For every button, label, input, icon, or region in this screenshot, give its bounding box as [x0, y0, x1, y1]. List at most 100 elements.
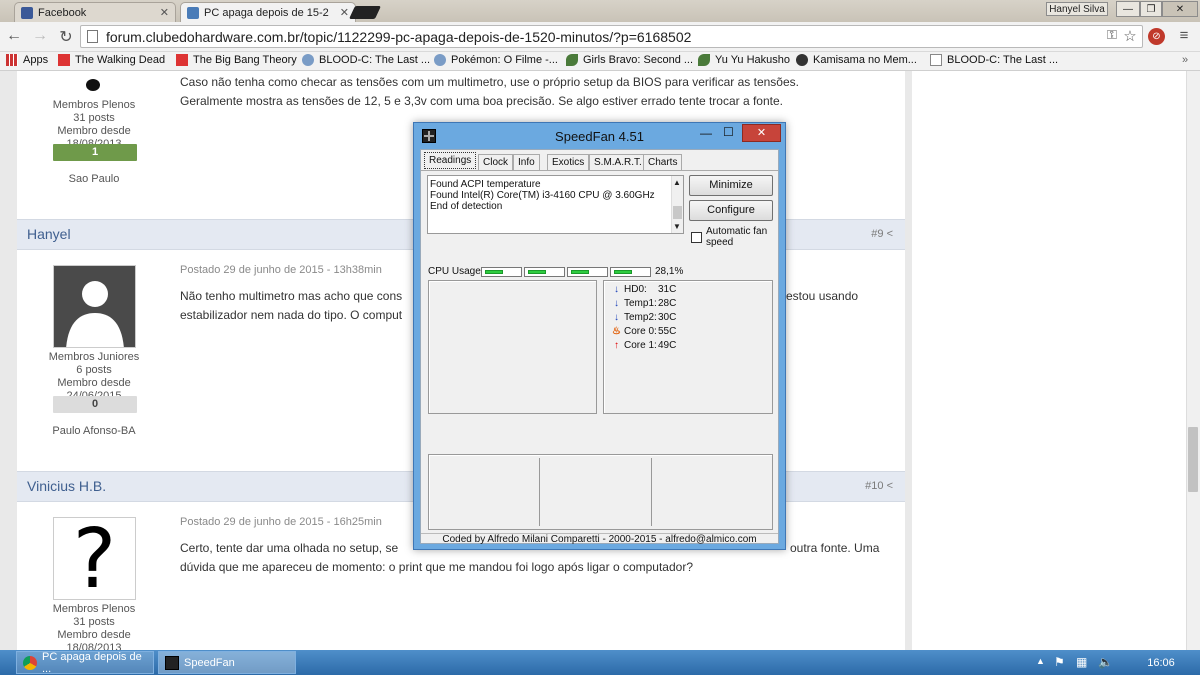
minimize-window-button[interactable]: — — [1116, 1, 1140, 17]
post-number[interactable]: #9 < — [871, 228, 893, 240]
bookmark-item[interactable]: The Big Bang Theory — [176, 54, 297, 66]
tab-label: PC apaga depois de 15-2 — [204, 6, 329, 19]
tab-divider — [421, 170, 778, 171]
arrow-down-icon: ↓ — [614, 312, 619, 323]
bookmark-item[interactable]: BLOOD-C: The Last ... — [302, 54, 430, 66]
reputation-badge: 1 — [53, 144, 137, 161]
reading-temp1: ↓ Temp1: 28C — [611, 298, 676, 309]
apps-icon — [6, 54, 18, 66]
share-icon[interactable]: < — [887, 228, 893, 240]
author-name[interactable]: Vinicius H.B. — [27, 478, 106, 494]
post-text: outra fonte. Uma — [790, 541, 880, 555]
speedfan-titlebar[interactable]: SpeedFan 4.51 — ☐ ✕ — [414, 123, 785, 149]
post-date: Postado 29 de junho de 2015 - 13h38min — [180, 264, 382, 276]
bookmarks-bar: Apps The Walking Dead The Big Bang Theor… — [0, 52, 1200, 71]
bookmark-item[interactable]: BLOOD-C: The Last ... — [930, 54, 1058, 66]
author-info: Membros Plenos 31 posts Membro desde 18/… — [52, 603, 136, 650]
tab-forum[interactable]: PC apaga depois de 15-2 ✕ — [180, 2, 356, 22]
tab-info[interactable]: Info — [513, 154, 540, 170]
close-icon[interactable]: ✕ — [160, 6, 169, 19]
auto-fan-checkbox[interactable] — [691, 232, 702, 243]
default-avatar-icon — [54, 266, 135, 347]
reading-temp2: ↓ Temp2: 30C — [611, 312, 676, 323]
post-number[interactable]: #10 < — [865, 480, 893, 492]
log-scrollbar[interactable]: ▲ ▼ — [671, 176, 683, 233]
bookmark-item[interactable]: Yu Yu Hakusho — [698, 54, 790, 66]
configure-button[interactable]: Configure — [689, 200, 773, 221]
volume-icon[interactable]: 🔈 — [1098, 655, 1113, 669]
tab-smart[interactable]: S.M.A.R.T. — [589, 154, 647, 170]
bookmark-item[interactable]: Girls Bravo: Second ... — [566, 54, 693, 66]
bookmark-site-icon — [434, 54, 446, 66]
profile-button[interactable]: Hanyel Silva — [1046, 2, 1108, 16]
minimize-button[interactable]: Minimize — [689, 175, 773, 196]
bookmark-item[interactable]: The Walking Dead — [58, 54, 165, 66]
close-window-button[interactable]: ✕ — [1162, 1, 1198, 17]
star-icon[interactable]: ☆ — [1120, 27, 1140, 45]
arrow-up-icon: ↑ — [614, 340, 619, 351]
avatar[interactable] — [53, 265, 136, 348]
author-location: Sao Paulo — [68, 173, 120, 185]
address-bar[interactable]: forum.clubedohardware.com.br/topic/11222… — [80, 25, 1143, 48]
menu-icon[interactable]: ≡ — [1174, 27, 1194, 44]
post-text: Geralmente mostra as tensões de 12, 5 e … — [180, 94, 783, 108]
post-text: estabilizador nem nada do tipo. O comput — [180, 308, 403, 322]
bookmark-b-icon — [176, 54, 188, 66]
bookmark-apps[interactable]: Apps — [6, 54, 48, 66]
panel-divider — [539, 458, 540, 526]
voltages-panel — [428, 454, 773, 530]
fan-speeds-panel — [428, 280, 597, 414]
speedfan-icon — [165, 655, 179, 670]
extension-icon[interactable]: ⊘ — [1148, 28, 1165, 45]
cpu-core-bar — [610, 267, 651, 277]
maximize-window-button[interactable]: ❐ — [1140, 1, 1162, 17]
taskbar-item-speedfan[interactable]: SpeedFan — [158, 651, 296, 674]
tab-clock[interactable]: Clock — [478, 154, 514, 170]
post-text: Não tenho multimetro mas acho que cons — [180, 289, 403, 303]
page-scrollbar[interactable] — [1186, 71, 1200, 650]
tab-facebook[interactable]: Facebook ✕ — [14, 2, 176, 22]
tab-exotics[interactable]: Exotics — [547, 154, 590, 170]
bookmark-item[interactable]: Pokémon: O Filme -... — [434, 54, 558, 66]
maximize-icon[interactable]: ☐ — [723, 125, 734, 139]
minimize-icon[interactable]: — — [700, 126, 712, 140]
share-icon[interactable]: < — [887, 480, 893, 492]
key-icon[interactable]: ⚿ — [1102, 27, 1122, 43]
arrow-down-icon: ↓ — [614, 284, 619, 295]
more-bookmarks-icon[interactable]: » — [1182, 54, 1188, 66]
cpu-usage-value: 28,1% — [655, 266, 684, 277]
bookmark-item[interactable]: Kamisama no Mem... — [796, 54, 917, 66]
taskbar-item-chrome[interactable]: PC apaga depois de ... — [16, 651, 154, 675]
scroll-up-icon[interactable]: ▲ — [673, 178, 681, 187]
browser-titlebar: Facebook ✕ PC apaga depois de 15-2 ✕ Han… — [0, 0, 1200, 22]
chrome-icon — [23, 655, 37, 670]
forward-icon[interactable]: → — [30, 27, 50, 45]
action-center-icon[interactable]: ⚑ — [1054, 655, 1065, 669]
network-icon[interactable]: ▦ — [1076, 655, 1087, 669]
tray-expand-icon[interactable]: ▲ — [1036, 656, 1045, 666]
back-icon[interactable]: ← — [4, 27, 24, 45]
tab-charts[interactable]: Charts — [643, 154, 683, 170]
post-text: Certo, tente dar uma olhada no setup, se — [180, 541, 399, 555]
detection-log[interactable]: Found ACPI temperature Found Intel(R) Co… — [427, 175, 684, 234]
scroll-down-icon[interactable]: ▼ — [673, 222, 681, 231]
new-tab-button[interactable] — [348, 6, 382, 19]
post-text: estou usando — [786, 289, 859, 303]
reputation-badge: 0 — [53, 396, 137, 413]
close-icon[interactable]: ✕ — [340, 6, 349, 19]
arrow-down-icon: ↓ — [614, 298, 619, 309]
reload-icon[interactable]: ↻ — [56, 27, 76, 47]
speedfan-body: Readings Clock Info Exotics S.M.A.R.T. C… — [420, 149, 779, 545]
bookmark-leaf-icon — [566, 54, 578, 66]
tab-readings[interactable]: Readings — [424, 152, 477, 169]
close-icon[interactable]: ✕ — [742, 124, 781, 142]
avatar — [86, 79, 100, 91]
author-name[interactable]: Hanyel — [27, 226, 71, 242]
scroll-thumb[interactable] — [673, 206, 682, 219]
windows-taskbar: PC apaga depois de ... SpeedFan ▲ ⚑ ▦ 🔈 — [0, 650, 1200, 675]
bookmark-b-icon — [58, 54, 70, 66]
bookmark-site-icon — [302, 54, 314, 66]
avatar[interactable]: ? — [53, 517, 136, 600]
taskbar-clock[interactable]: 16:06 — [1136, 657, 1186, 669]
scrollbar-thumb[interactable] — [1188, 427, 1198, 492]
